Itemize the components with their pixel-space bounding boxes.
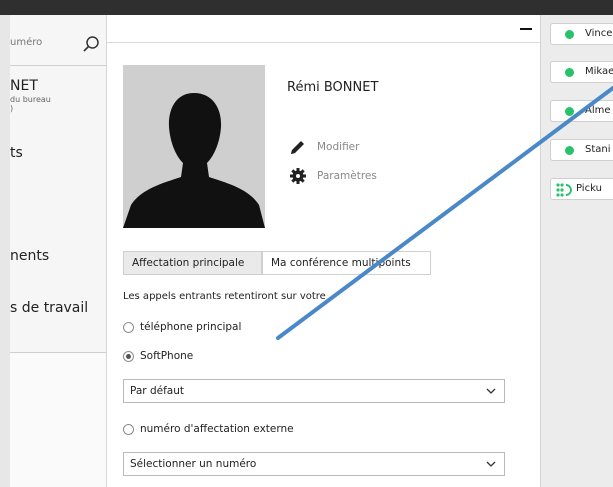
contact-item[interactable]: Vince [550, 23, 613, 45]
radio-button[interactable] [123, 351, 134, 362]
modify-label: Modifier [317, 141, 360, 153]
radio-label: SoftPhone [140, 350, 194, 362]
contact-name: Vince [585, 28, 613, 39]
sidebar-user-subtitle-line2: ) [10, 104, 14, 113]
sidebar-item-events[interactable]: nents [10, 248, 49, 264]
profile-name: Rémi BONNET [287, 80, 379, 95]
chevron-down-icon [486, 388, 496, 394]
sidebar: uméro NET du bureau ) ts nents s de trav… [10, 15, 107, 487]
settings-label: Paramètres [317, 170, 377, 182]
contact-name: Stani [585, 144, 611, 155]
radio-button[interactable] [123, 424, 134, 435]
pencil-icon [291, 141, 304, 154]
avatar [123, 65, 265, 228]
pickup-group-icon [556, 183, 572, 197]
window-top-bar [0, 0, 613, 15]
routing-info-text: Les appels entrants retentiront sur votr… [123, 291, 326, 302]
gear-icon [290, 168, 306, 184]
sidebar-item-contacts[interactable]: ts [10, 145, 23, 161]
contact-name: Mikae [585, 66, 613, 77]
contacts-column: Vince Mikae Alme Stani Picku [540, 15, 613, 487]
softphone-select[interactable]: Par défaut [123, 379, 505, 403]
pickup-button[interactable]: Picku [550, 178, 613, 200]
select-value: Par défaut [130, 385, 184, 397]
radio-label: téléphone principal [140, 321, 242, 333]
contact-item[interactable]: Alme [550, 100, 613, 122]
status-icon [565, 107, 574, 116]
select-value: Sélectionner un numéro [130, 458, 257, 470]
search-icon[interactable] [82, 35, 100, 53]
contact-name: Alme [585, 105, 611, 116]
sidebar-user-subtitle: du bureau ) [10, 95, 51, 113]
sidebar-user-subtitle-line1: du bureau [10, 95, 51, 104]
contact-item[interactable]: Mikae [550, 61, 613, 83]
tab-conference[interactable]: Ma conférence multipoints [262, 251, 431, 275]
search-input[interactable]: uméro [10, 37, 42, 48]
search-box[interactable]: uméro [10, 29, 106, 59]
divider [10, 65, 106, 66]
radio-button[interactable] [123, 322, 134, 333]
pickup-label: Picku [576, 183, 602, 194]
minimize-button[interactable] [519, 19, 535, 33]
person-silhouette-icon [123, 65, 265, 228]
chevron-down-icon [486, 461, 496, 467]
status-icon [565, 146, 574, 155]
profile-panel: Rémi BONNET Modifier Paramètres Affectat… [107, 15, 540, 487]
sidebar-lower-area [10, 353, 106, 487]
status-icon [565, 30, 574, 39]
contact-item[interactable]: Stani [550, 139, 613, 161]
external-number-select[interactable]: Sélectionner un numéro [123, 452, 505, 476]
status-icon [565, 68, 574, 77]
sidebar-item-workspaces[interactable]: s de travail [10, 300, 88, 316]
tab-main-assignment[interactable]: Affectation principale [123, 251, 262, 275]
divider [107, 42, 540, 43]
sidebar-user-name[interactable]: NET [10, 78, 38, 94]
radio-label: numéro d'affectation externe [140, 423, 294, 435]
